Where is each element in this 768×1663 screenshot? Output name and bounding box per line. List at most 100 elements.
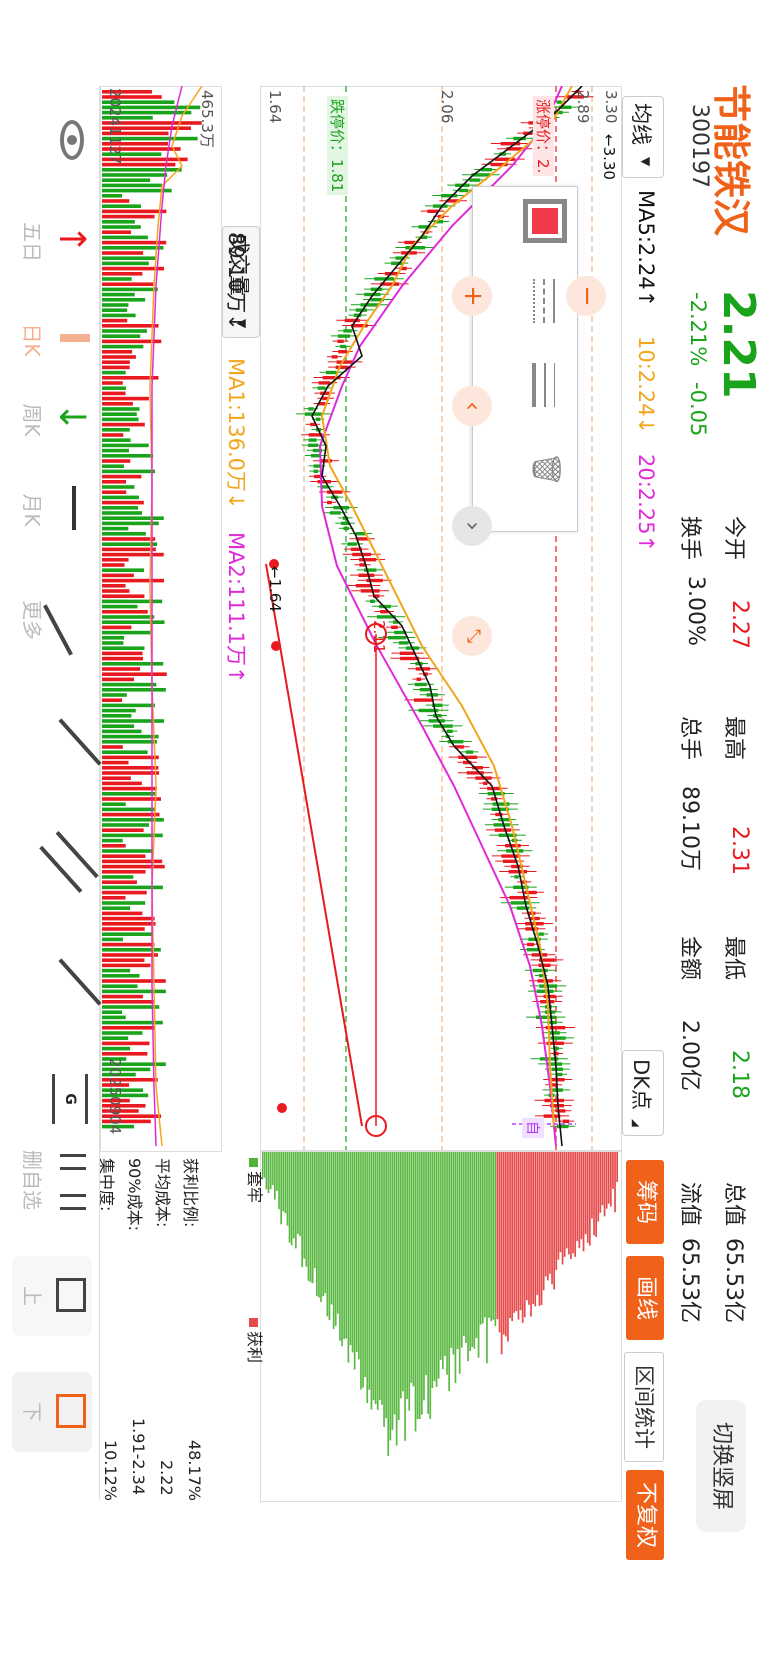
chevron-down-icon: ▼	[639, 157, 653, 167]
volume-bar	[102, 802, 126, 807]
arrow-line-tool[interactable]	[12, 940, 102, 1020]
reset-button[interactable]: ⤡	[452, 616, 492, 656]
chip-bar	[324, 1152, 327, 1294]
chip-bar	[589, 1152, 591, 1246]
volume-bar	[102, 911, 143, 916]
chip-bar	[570, 1152, 572, 1260]
chip-bar	[313, 1152, 316, 1269]
trash-icon[interactable]: 🗑	[519, 449, 563, 489]
chip-bar	[290, 1152, 293, 1246]
ma-selector[interactable]: 均线 ▼	[622, 96, 664, 178]
line-width-button[interactable]	[521, 363, 561, 407]
tab-range-stats[interactable]: 区间统计	[624, 1352, 664, 1462]
chip-bar	[496, 1152, 499, 1320]
ma-selector-label: 均线	[629, 103, 653, 145]
zoom-in-button[interactable]: +	[452, 276, 492, 316]
more-button[interactable]: 更多	[12, 580, 103, 660]
week-k-button[interactable]: ↓ 周K	[12, 380, 92, 460]
chip-bar	[538, 1152, 541, 1306]
tab-no-adjust[interactable]: 不复权	[626, 1470, 664, 1560]
volume-bar	[102, 641, 124, 645]
volume-bar	[102, 500, 144, 505]
line-style-button[interactable]	[521, 279, 561, 323]
more-label: 更多	[20, 600, 44, 640]
color-picker-button[interactable]	[523, 199, 567, 243]
chip-bar	[297, 1152, 299, 1234]
price-axis-top: 3.30	[602, 90, 620, 124]
volume-bar	[102, 459, 131, 463]
volume-bar	[102, 272, 143, 276]
scroll-left-button[interactable]: ‹	[452, 386, 492, 426]
chip-bar	[517, 1152, 520, 1320]
volume-bar	[102, 370, 126, 375]
ma5-value: MA5:2.24↑	[634, 190, 658, 308]
candle-body	[506, 849, 524, 853]
volume-bar	[102, 173, 168, 177]
chip-bar	[269, 1152, 272, 1190]
change-pct: -2.21%	[686, 292, 710, 367]
next-button[interactable]: 下	[12, 1372, 92, 1452]
month-k-button[interactable]: 月K	[12, 470, 92, 550]
tab-draw[interactable]: 画线	[626, 1256, 664, 1340]
volume-bar	[102, 1041, 150, 1046]
chip-bar	[576, 1152, 579, 1242]
chip-bar	[347, 1152, 350, 1363]
chip-bar	[555, 1152, 558, 1271]
dk-button[interactable]: DK点 ◢	[622, 1050, 664, 1136]
fib-tool[interactable]: G	[12, 1060, 92, 1140]
float-label: 流值	[677, 1182, 702, 1227]
zoom-out-button[interactable]: −	[566, 276, 606, 316]
switch-portrait-button[interactable]: 切换竖屏	[696, 1400, 746, 1532]
delete-self-button[interactable]: 删自选	[12, 1140, 92, 1220]
volume-bar	[102, 464, 124, 468]
candle-body	[337, 334, 351, 338]
segment-line-tool[interactable]	[12, 700, 102, 780]
chip-bar	[385, 1152, 387, 1419]
tab-chips[interactable]: 筹码	[626, 1160, 664, 1244]
chip-bar	[326, 1152, 329, 1317]
chip-bar	[609, 1152, 612, 1207]
chip-bar	[568, 1152, 570, 1255]
volume-bar	[102, 750, 148, 755]
candle-body	[414, 682, 427, 687]
candle-body	[318, 381, 331, 385]
avg-cost-label: 平均成本:	[153, 1158, 172, 1228]
chip-bar	[360, 1152, 362, 1390]
chip-bar	[301, 1152, 303, 1268]
mktcap-label: 总值	[721, 1182, 746, 1227]
chip-bar	[309, 1152, 312, 1283]
eye-toggle[interactable]	[12, 100, 92, 180]
chip-bar	[465, 1152, 467, 1343]
volume-bar	[102, 532, 146, 536]
volume-bar	[102, 682, 157, 687]
amount-value: 2.00亿	[677, 1020, 702, 1091]
corner-triangle-icon: ◢	[630, 1119, 641, 1127]
volume-bar	[102, 495, 139, 500]
volume-bar	[102, 984, 138, 989]
volume-bar	[102, 292, 135, 297]
chip-bar	[549, 1152, 551, 1274]
chip-bar	[278, 1152, 280, 1210]
volume-bar	[102, 698, 123, 703]
chip-bar	[601, 1152, 604, 1206]
chip-bar	[343, 1152, 345, 1339]
chip-bar	[433, 1152, 436, 1382]
circle-value-label: 2.11	[370, 620, 388, 654]
scroll-right-button[interactable]: ›	[452, 506, 492, 546]
chip-bar	[339, 1152, 341, 1341]
candle-body	[554, 1046, 559, 1051]
candle-body	[483, 781, 488, 785]
five-day-button[interactable]: ↑ 五日	[12, 202, 92, 282]
chip-bar	[523, 1152, 526, 1318]
volume-bar	[102, 729, 142, 734]
volume-bar	[102, 261, 149, 266]
chip-bar	[492, 1152, 495, 1320]
volume-bar	[102, 672, 167, 677]
chip-bar	[446, 1152, 448, 1375]
parallel-line-tool[interactable]	[12, 820, 99, 900]
day-k-button[interactable]: 日K	[12, 300, 92, 380]
volume-value: 89.10万↓	[224, 232, 248, 331]
chip-bar	[345, 1152, 348, 1339]
legend-trapped: 套牢	[244, 1158, 268, 1203]
rect-tool[interactable]: 上	[12, 1256, 92, 1336]
